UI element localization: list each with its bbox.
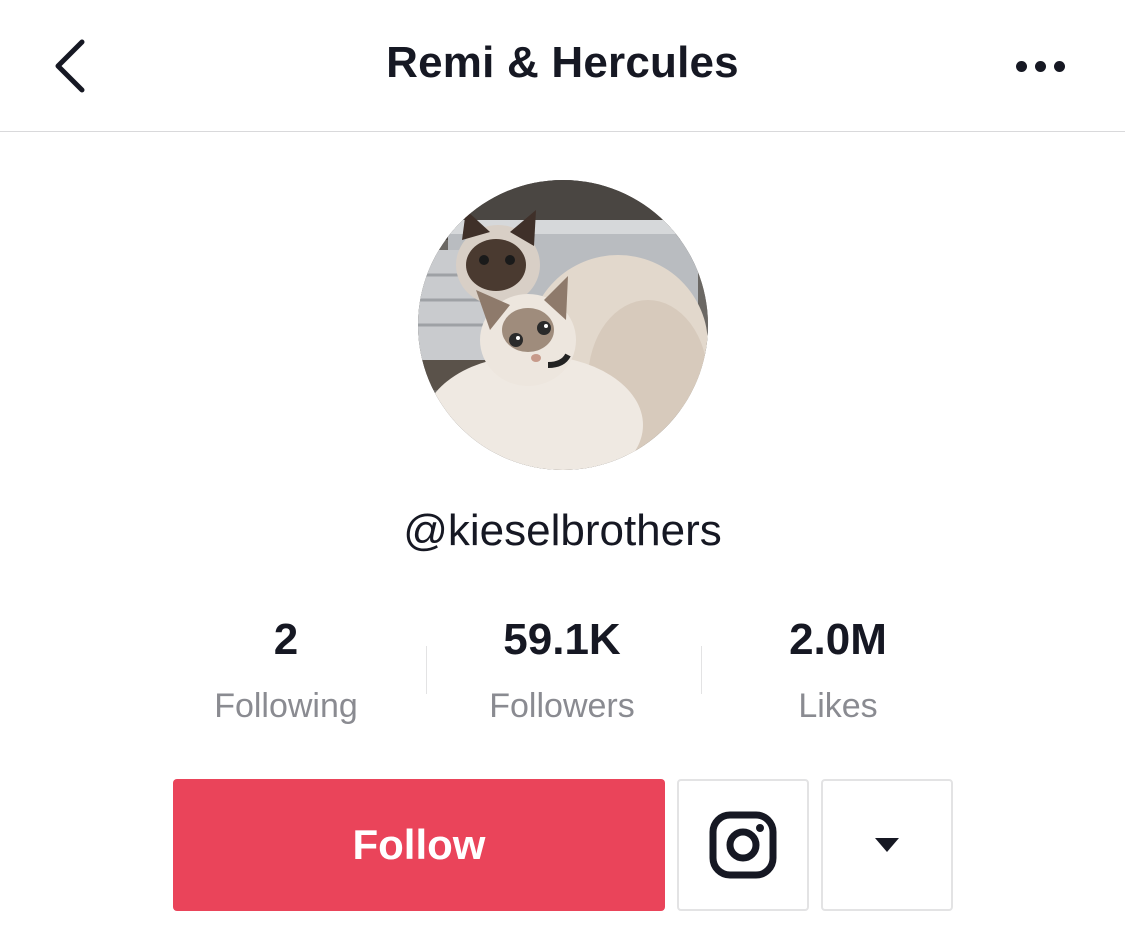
more-options-button[interactable] <box>1000 40 1080 92</box>
page-title: Remi & Hercules <box>386 38 739 87</box>
follow-button[interactable]: Follow <box>173 779 665 911</box>
more-dot <box>1034 60 1046 72</box>
stat-value: 2.0M <box>789 615 887 664</box>
stat-value: 2 <box>273 615 299 664</box>
stat-following[interactable]: 2 Following <box>166 612 406 726</box>
stat-value: 59.1K <box>503 615 621 664</box>
instagram-button[interactable] <box>677 779 809 911</box>
header-bar: Remi & Hercules <box>0 0 1125 132</box>
stat-likes: 2.0M Likes <box>718 612 958 726</box>
stat-followers[interactable]: 59.1K Followers <box>442 612 682 726</box>
dropdown-button[interactable] <box>821 779 953 911</box>
stat-divider <box>701 646 702 694</box>
more-dot <box>1053 60 1065 72</box>
instagram-icon <box>709 811 777 879</box>
avatar[interactable] <box>418 180 708 470</box>
profile-page: Remi & Hercules @kieselbrothers 2 Follow… <box>0 0 1125 946</box>
stat-label: Followers <box>489 687 635 725</box>
username: @kieselbrothers <box>403 506 722 555</box>
stat-divider <box>426 646 427 694</box>
more-dots-icon <box>1015 60 1027 72</box>
stat-label: Following <box>214 687 358 725</box>
avatar-photo <box>418 180 708 470</box>
stat-label: Likes <box>798 687 878 725</box>
caret-down-icon <box>875 838 899 852</box>
